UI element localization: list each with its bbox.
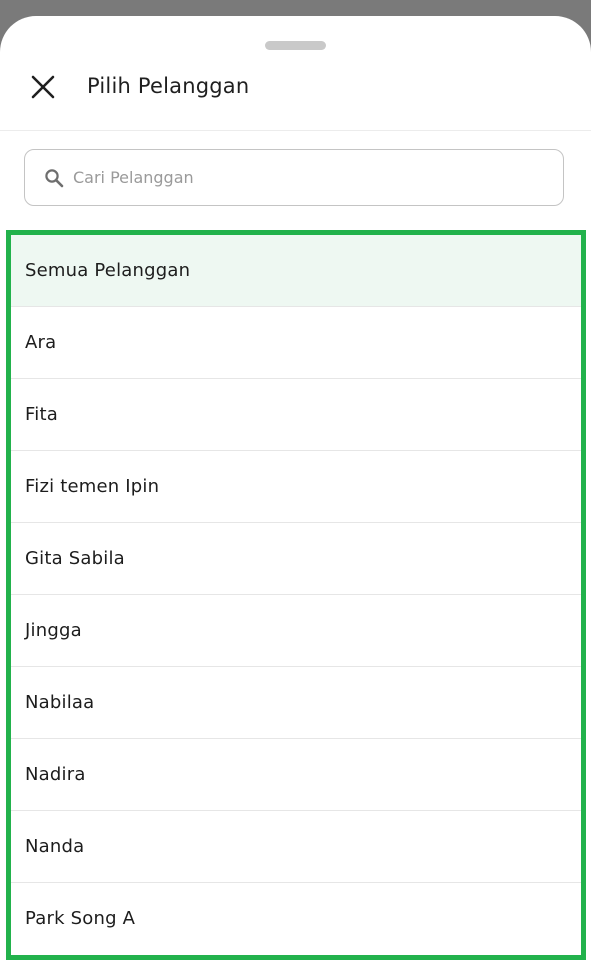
close-icon — [30, 74, 56, 104]
list-item[interactable]: Ara — [11, 307, 581, 379]
list-item-label: Ara — [25, 332, 57, 353]
list-item[interactable]: Gita Sabila — [11, 523, 581, 595]
list-item-label: Jingga — [25, 620, 82, 641]
list-item[interactable]: Nadira — [11, 739, 581, 811]
customer-list: Semua Pelanggan Ara Fita Fizi temen Ipin… — [6, 230, 586, 960]
list-item-label: Nabilaa — [25, 692, 95, 713]
list-item-label: Gita Sabila — [25, 548, 125, 569]
search-input[interactable] — [73, 168, 533, 187]
list-item-label: Fizi temen Ipin — [25, 476, 160, 497]
list-item-label: Nadira — [25, 764, 86, 785]
list-item-all-customers[interactable]: Semua Pelanggan — [11, 235, 581, 307]
drag-handle[interactable] — [265, 41, 326, 50]
list-item[interactable]: Nanda — [11, 811, 581, 883]
list-item[interactable]: Jingga — [11, 595, 581, 667]
list-item[interactable]: Fita — [11, 379, 581, 451]
list-item[interactable]: Park Song A — [11, 883, 581, 954]
search-icon — [43, 167, 65, 189]
list-item-label: Park Song A — [25, 908, 136, 929]
search-box[interactable] — [24, 149, 564, 206]
close-button[interactable] — [24, 70, 62, 108]
customer-picker-sheet: Pilih Pelanggan Semua Pelanggan Ara Fita… — [0, 16, 591, 969]
list-item-label: Nanda — [25, 836, 85, 857]
list-item-label: Semua Pelanggan — [25, 260, 191, 281]
list-item-label: Fita — [25, 404, 58, 425]
page-title: Pilih Pelanggan — [87, 74, 250, 98]
list-item[interactable]: Nabilaa — [11, 667, 581, 739]
sheet-header: Pilih Pelanggan — [0, 54, 591, 131]
list-item[interactable]: Fizi temen Ipin — [11, 451, 581, 523]
